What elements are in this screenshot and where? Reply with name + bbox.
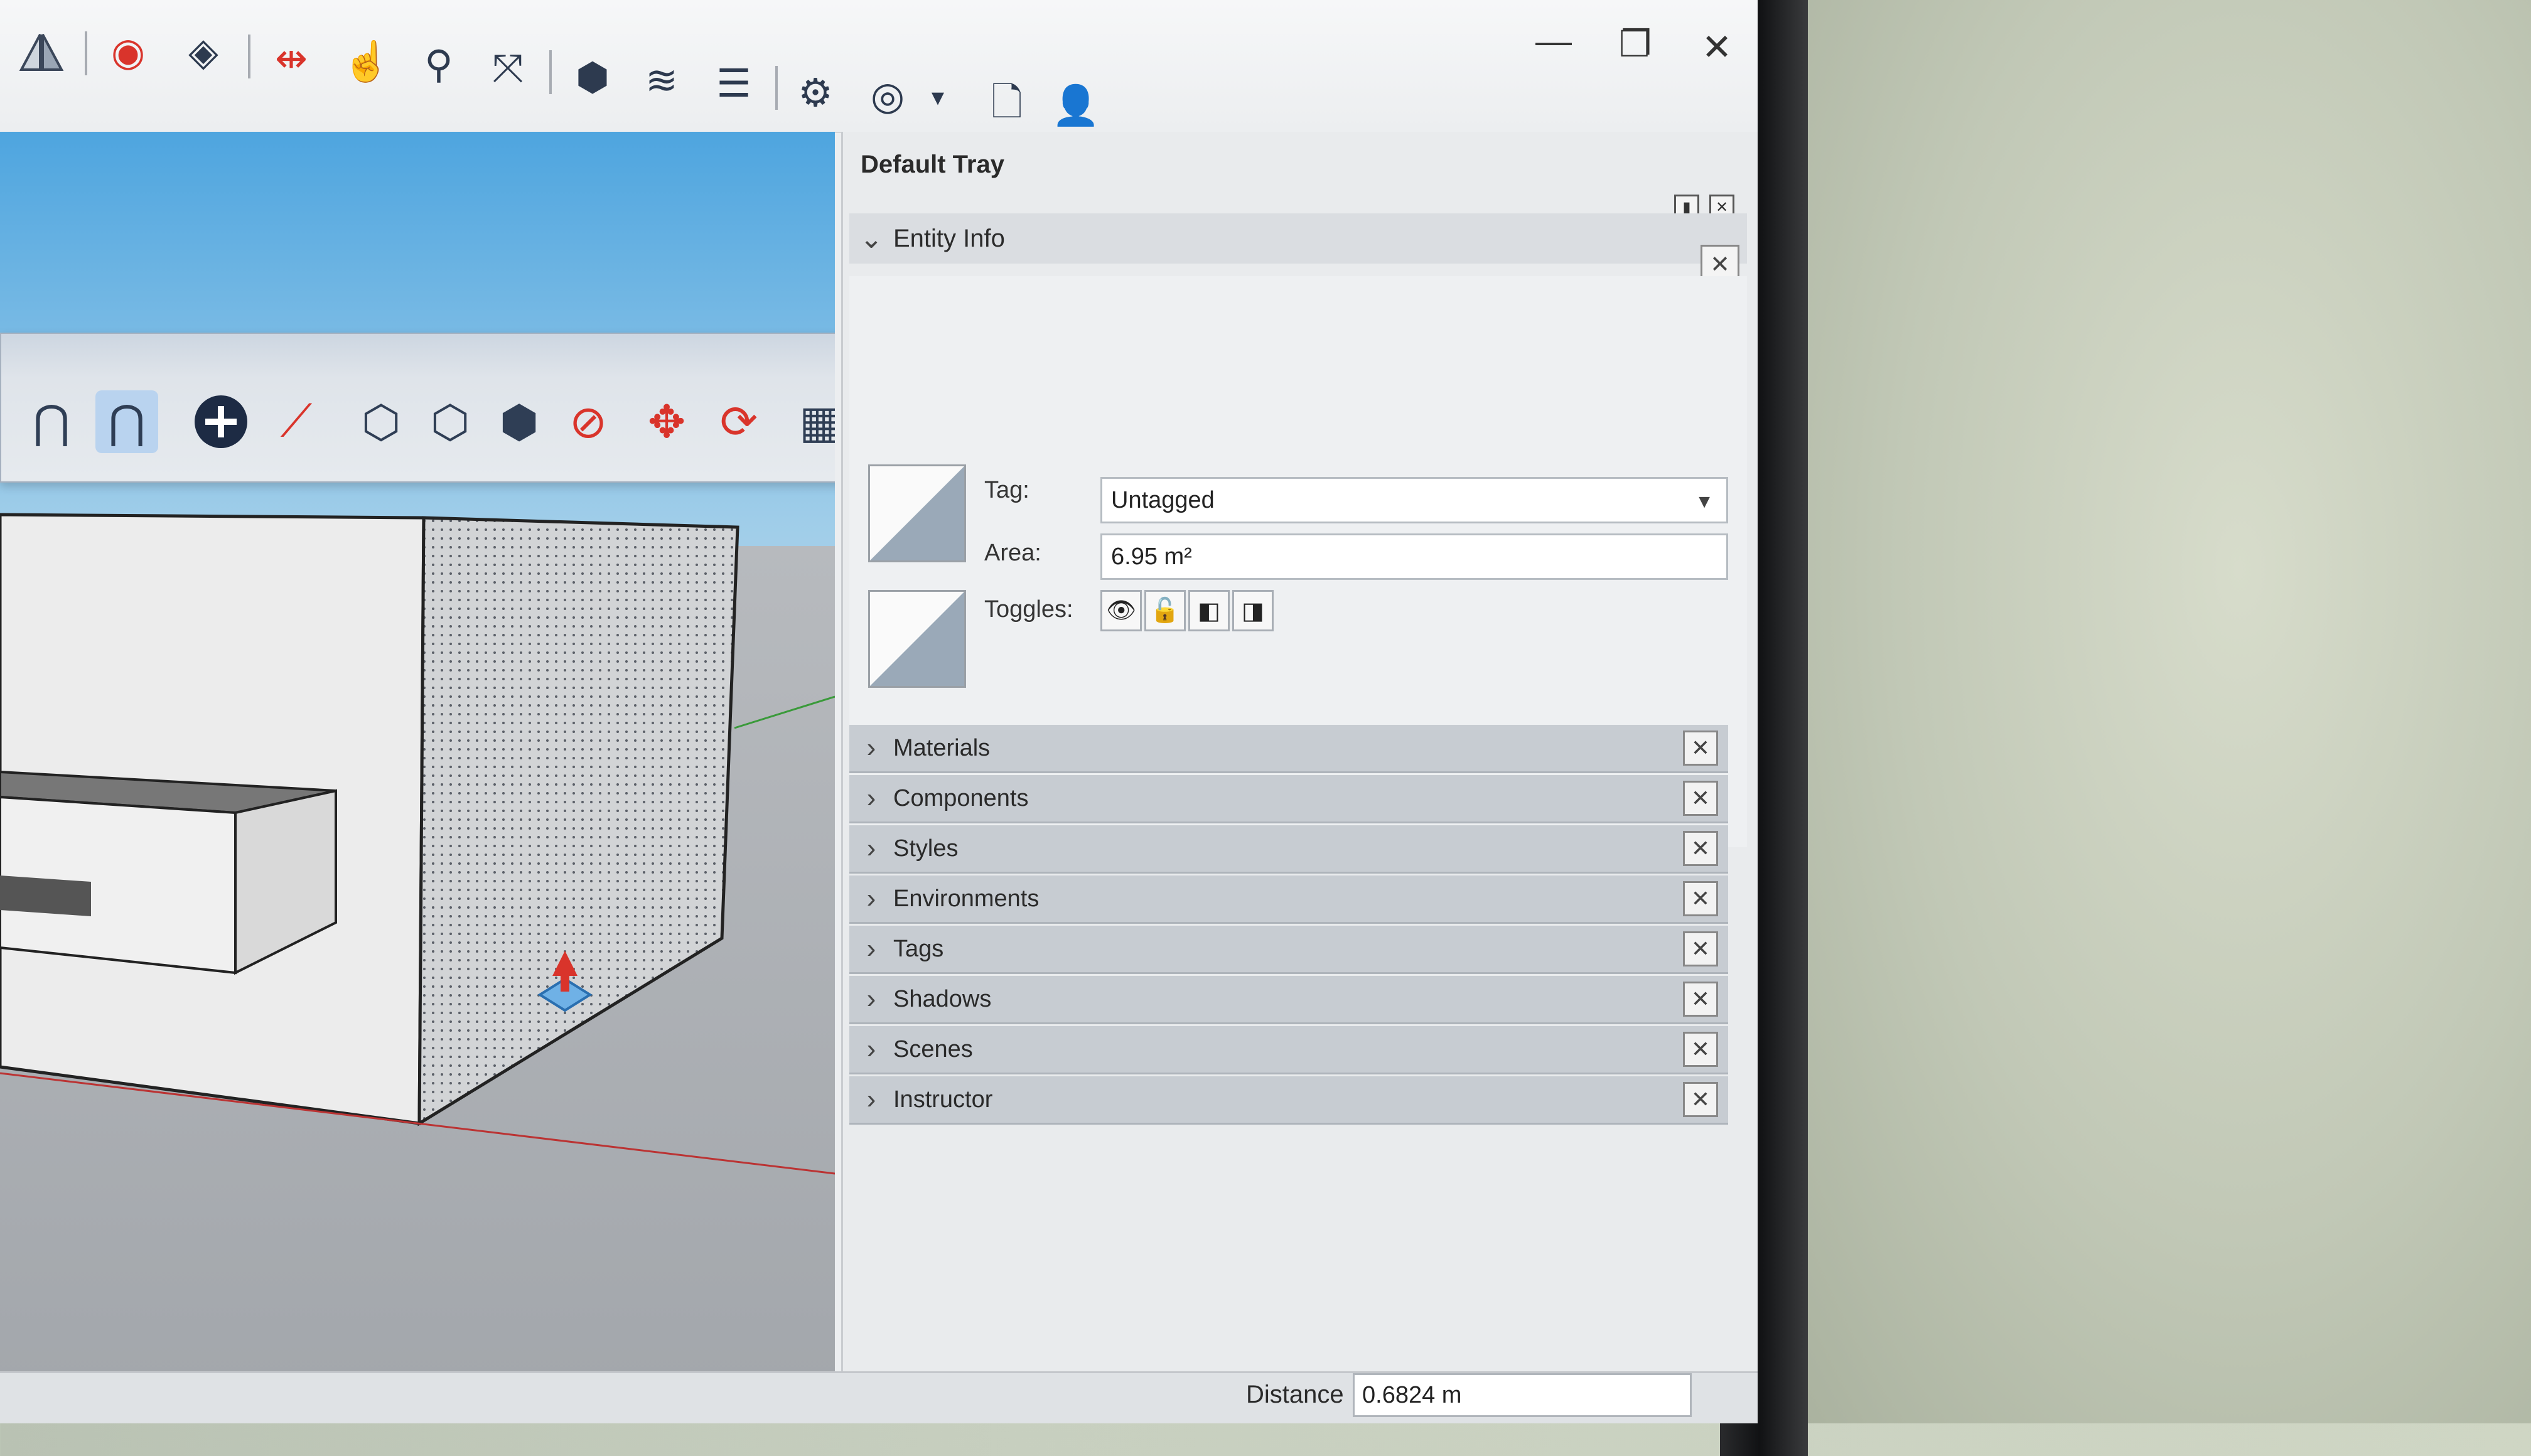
distance-value: 0.6824 m (1362, 1381, 1462, 1408)
panel-label: Instructor (893, 1086, 993, 1113)
chevron-down-icon: ▼ (1695, 491, 1714, 512)
chevron-right-icon: › (866, 1084, 876, 1115)
close-icon[interactable]: ✕ (1683, 931, 1718, 966)
face-thumbnail (868, 464, 966, 562)
chevron-right-icon: › (866, 833, 876, 864)
add-user-icon[interactable]: 👤 (1048, 78, 1104, 134)
mesh-icon[interactable]: ▦ (789, 390, 835, 453)
panel-styles[interactable]: › Styles ✕ (849, 825, 1728, 874)
close-icon[interactable]: ✕ (1683, 831, 1718, 866)
close-icon[interactable]: ✕ (1683, 881, 1718, 916)
hand-icon[interactable]: ☝ (339, 35, 394, 90)
chevron-right-icon: › (866, 1034, 876, 1064)
panel-label: Shadows (893, 985, 992, 1012)
chevron-right-icon: › (866, 732, 876, 763)
panel-scenes[interactable]: › Scenes ✕ (849, 1026, 1728, 1074)
tag-dropdown[interactable]: Untagged ▼ (1100, 477, 1728, 523)
add-icon[interactable] (190, 390, 252, 453)
account-icon[interactable]: ◎ (860, 69, 915, 124)
panel-components[interactable]: › Components ✕ (849, 775, 1728, 823)
new-file-icon[interactable]: 🗋 (979, 75, 1034, 131)
chevron-right-icon: › (866, 783, 876, 813)
main-toolbar: ◉ ◈ ⇹ ☝ ⚲ ⤧ ⬢ ≋ ☰ ⚙ ◎ ▼ 🗋 👤 — ❐ ✕ (0, 0, 1758, 133)
geo-pin-icon[interactable]: ◉ (100, 25, 156, 80)
zoom-icon[interactable]: ⚲ (411, 38, 466, 93)
tag-icon[interactable] (13, 25, 68, 80)
close-icon[interactable]: ✕ (1683, 1082, 1718, 1117)
warehouse-icon[interactable]: ⬢ (565, 50, 620, 105)
move-icon[interactable]: ✥ (635, 390, 698, 453)
wall-background (1802, 0, 2531, 1423)
minimize-button[interactable]: — (1519, 13, 1588, 69)
panel-environments[interactable]: › Environments ✕ (849, 875, 1728, 924)
tag-label: Tag: (984, 477, 1029, 503)
close-icon[interactable]: ✕ (1683, 781, 1718, 816)
layers-settings-icon[interactable]: ⚙ (788, 66, 843, 121)
area-value: 6.95 m² (1111, 543, 1192, 570)
area-field[interactable]: 6.95 m² (1100, 533, 1728, 580)
close-button[interactable]: ✕ (1682, 19, 1751, 75)
close-icon[interactable]: ✕ (1683, 731, 1718, 766)
panel-tags[interactable]: › Tags ✕ (849, 926, 1728, 974)
entity-info-title: Entity Info (893, 224, 1005, 252)
model-drawing (0, 513, 835, 1175)
measurements-box[interactable]: 0.6824 m (1353, 1373, 1692, 1417)
panel-label: Environments (893, 885, 1040, 912)
screen: ◉ ◈ ⇹ ☝ ⚲ ⤧ ⬢ ≋ ☰ ⚙ ◎ ▼ 🗋 👤 — ❐ ✕ ⋂ ⋂ ⟋ … (0, 0, 1758, 1423)
cloud-box-icon[interactable]: ⬡ (419, 390, 481, 453)
entity-info-header[interactable]: ⌄ Entity Info (849, 213, 1747, 264)
model-viewport[interactable]: ✕ ⋂ ⋂ ⟋ ⬡ ⬡ ⬢ ⊘ ✥ ⟳ ▦ ▩ ▧ (0, 132, 835, 1423)
magnet-active-icon[interactable]: ⋂ (95, 390, 158, 453)
restore-button[interactable]: ❐ (1601, 16, 1670, 72)
close-icon[interactable]: ✕ (1683, 1032, 1718, 1067)
section-icon[interactable]: ⇹ (264, 31, 319, 87)
box-icon[interactable]: ⬡ (350, 390, 412, 453)
panel-label: Components (893, 784, 1029, 811)
layers-icon[interactable]: ≋ (634, 53, 689, 109)
close-icon[interactable]: ✕ (1683, 982, 1718, 1017)
receive-shadows-icon[interactable]: ◧ (1188, 590, 1230, 631)
floating-toolbar: ✕ ⋂ ⋂ ⟋ ⬡ ⬡ ⬢ ⊘ ✥ ⟳ ▦ ▩ ▧ (0, 333, 835, 483)
solid-box-icon[interactable]: ⬢ (488, 390, 551, 453)
toggles-label: Toggles: (984, 596, 1073, 623)
area-label: Area: (984, 540, 1041, 566)
toolbar-separator (248, 35, 250, 78)
no-box-icon[interactable]: ⊘ (557, 390, 620, 453)
eye-icon[interactable]: 👁 (1100, 590, 1142, 631)
chevron-right-icon: › (866, 933, 876, 964)
cast-shadows-icon[interactable]: ◨ (1232, 590, 1274, 631)
panel-materials[interactable]: › Materials ✕ (849, 725, 1728, 773)
panel-label: Tags (893, 935, 944, 962)
chevron-down-icon: ⌄ (859, 223, 883, 254)
panel-shadows[interactable]: › Shadows ✕ (849, 976, 1728, 1024)
layers-add-icon[interactable]: ☰ (706, 56, 761, 112)
magnet-icon[interactable]: ⋂ (20, 390, 83, 453)
panel-instructor[interactable]: › Instructor ✕ (849, 1076, 1728, 1125)
rotate-icon[interactable]: ⟳ (707, 390, 770, 453)
panel-label: Styles (893, 835, 959, 862)
tag-value: Untagged (1111, 486, 1215, 513)
panel-label: Scenes (893, 1036, 973, 1063)
toolbar-separator (85, 31, 87, 75)
toolbar-separator (549, 50, 552, 94)
line-tool-icon[interactable]: ⟋ (265, 390, 328, 453)
toolbar-separator (775, 66, 778, 110)
lock-icon[interactable]: 🔓 (1144, 590, 1186, 631)
chevron-right-icon: › (866, 883, 876, 914)
chevron-down-icon[interactable]: ▼ (910, 70, 965, 126)
paint-icon[interactable]: ◈ (176, 25, 231, 80)
default-tray: Default Tray ▮ ✕ ⌄ Entity Info ✕ Tag: Un… (841, 132, 1758, 1423)
status-bar: Distance 0.6824 m (0, 1371, 1758, 1423)
panel-label: Materials (893, 734, 991, 761)
face-thumbnail-back (868, 590, 966, 688)
chevron-right-icon: › (866, 983, 876, 1014)
zoom-extents-icon[interactable]: ⤧ (480, 41, 535, 96)
distance-label: Distance (1246, 1381, 1344, 1408)
tray-title: Default Tray (861, 151, 1004, 178)
